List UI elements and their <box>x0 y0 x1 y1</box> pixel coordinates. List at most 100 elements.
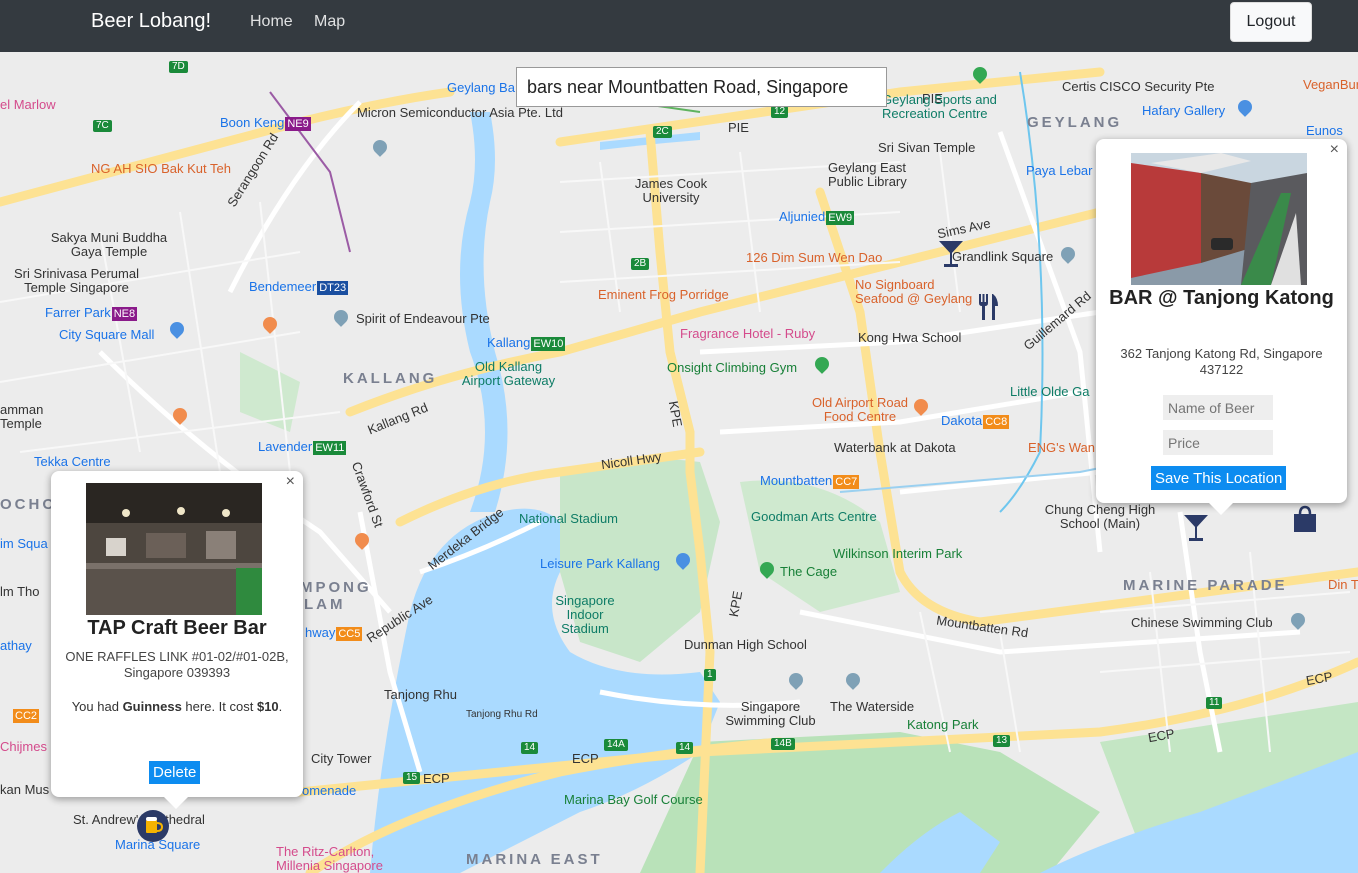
place-label: Din T <box>1328 577 1358 592</box>
expressway-shield: 14 <box>676 742 694 754</box>
place-label: Farrer Park NE8 <box>45 305 138 321</box>
expressway-shield: 12 <box>771 106 789 118</box>
road-label: ECP <box>423 771 450 786</box>
expressway-shield: 1 <box>704 669 716 681</box>
place-label: Hafary Gallery <box>1142 103 1226 118</box>
place-label: Eminent Frog Porridge <box>598 287 729 302</box>
place-label: Little Olde Ga <box>1010 384 1090 399</box>
restaurant-icon[interactable] <box>976 292 1000 322</box>
place-label: The Ritz-Carlton, Millenia Singapore <box>276 844 383 873</box>
place-label: Chinese Swimming Club <box>1131 615 1273 630</box>
place-label: Tanjong Rhu <box>384 687 457 702</box>
price-input[interactable] <box>1163 430 1273 455</box>
bar-photo <box>86 483 262 615</box>
place-label: omenade <box>302 783 357 798</box>
place-label: Paya Lebar <box>1026 163 1093 178</box>
new-bar-infowindow: × BAR @ Tanjong Katong 362 Tanjong Katon… <box>1096 139 1347 515</box>
place-label: City Tower <box>311 751 372 766</box>
nav-home-link[interactable]: Home <box>250 13 293 31</box>
place-label: Geylang Sports and Recreation Centre <box>882 92 997 121</box>
place-label: VeganBurg S <box>1303 77 1358 92</box>
place-label: Bendemeer DT23 <box>249 279 349 295</box>
place-label: The Waterside <box>830 699 915 714</box>
place-label: James Cook University <box>634 176 708 205</box>
district-label: GEYLANG <box>1027 114 1123 131</box>
places-search-input[interactable] <box>516 67 887 107</box>
cocktail-glass-icon[interactable] <box>1182 513 1210 543</box>
cocktail-glass-icon[interactable] <box>937 239 965 269</box>
place-label: kan Mus <box>0 782 50 797</box>
infowindow-tail <box>164 797 188 809</box>
place-label: Sakya Muni Buddha Gaya Temple <box>50 230 168 259</box>
expressway-shield: 14A <box>604 739 628 751</box>
place-label: Sri Sivan Temple <box>878 140 976 155</box>
place-label: Certis CISCO Security Pte <box>1062 79 1215 94</box>
close-icon[interactable]: × <box>286 473 295 491</box>
district-label: MARINE PARADE <box>1123 577 1288 594</box>
district-label: KALLANG <box>343 370 438 387</box>
place-label: The Cage <box>780 564 838 579</box>
place-label: Leisure Park Kallang <box>540 556 660 571</box>
district-label: MPONG <box>300 579 372 596</box>
road-label: ECP <box>572 751 599 766</box>
place-label: No Signboard Seafood @ Geylang <box>855 277 973 306</box>
place-label: Lavender EW11 <box>258 439 347 455</box>
beer-history-text: You had Guinness here. It cost $10. <box>71 699 283 714</box>
beer-mug-icon[interactable] <box>136 809 170 843</box>
logout-button[interactable]: Logout <box>1230 2 1312 42</box>
place-label: ENG's Wan <box>1028 440 1096 455</box>
save-location-button[interactable]: Save This Location <box>1151 466 1287 490</box>
place-label: Aljunied EW9 <box>779 209 855 225</box>
bar-name: BAR @ Tanjong Katong <box>1109 287 1334 309</box>
district-label: MARINA EAST <box>466 851 603 868</box>
expressway-shield: 11 <box>1206 697 1223 709</box>
place-label: Fragrance Hotel - Ruby <box>680 326 816 341</box>
infowindow-tail <box>1209 503 1233 515</box>
place-label: Micron Semiconductor Asia Pte. Ltd <box>357 105 563 120</box>
place-label: Old Airport Road Food Centre <box>811 395 909 424</box>
expressway-shield: 7C <box>93 120 112 132</box>
expressway-shield: 14 <box>521 742 539 754</box>
expressway-shield: 2B <box>631 258 650 270</box>
place-label: City Square Mall <box>59 327 155 342</box>
place-label: Chung Cheng High School (Main) <box>1044 502 1156 531</box>
beer-name-input[interactable] <box>1163 395 1273 420</box>
place-label: Kallang EW10 <box>487 335 566 351</box>
place-label: Onsight Climbing Gym <box>667 360 798 375</box>
place-label: National Stadium <box>519 511 618 526</box>
place-label: Wilkinson Interim Park <box>833 546 963 561</box>
delete-button[interactable]: Delete <box>149 761 201 784</box>
road-label: Tanjong Rhu Rd <box>466 709 538 720</box>
nav-map-link[interactable]: Map <box>314 13 345 31</box>
place-label: Katong Park <box>907 717 979 732</box>
place-label: CC2 <box>13 709 40 723</box>
place-label: Singapore Swimming Club <box>725 699 816 728</box>
beer-price: $10 <box>256 699 279 714</box>
bar-address: ONE RAFFLES LINK #01-02/#01-02B, Singapo… <box>65 649 289 680</box>
place-label: Waterbank at Dakota <box>834 440 956 455</box>
place-label: Eunos <box>1306 123 1343 138</box>
place-label: NG AH SIO Bak Kut Teh <box>91 161 231 176</box>
expressway-shield: 15 <box>403 772 421 784</box>
bar-address: 362 Tanjong Katong Rd, Singapore 437122 <box>1120 346 1323 377</box>
expressway-shield: 7D <box>169 61 188 73</box>
place-label: Dunman High School <box>684 637 807 652</box>
place-label: Tekka Centre <box>34 454 111 469</box>
place-label: Sri Srinivasa Perumal Temple Singapore <box>14 266 139 295</box>
bar-photo <box>1131 153 1307 285</box>
close-icon[interactable]: × <box>1330 141 1339 159</box>
expressway-shield: 13 <box>993 735 1011 747</box>
shopping-bag-icon[interactable] <box>1290 504 1320 534</box>
place-label: lm Tho <box>0 584 40 599</box>
place-label: Marina Bay Golf Course <box>564 792 703 807</box>
bar-name: TAP Craft Beer Bar <box>87 617 267 639</box>
expressway-shield: 2C <box>653 126 672 138</box>
place-label: Singapore Indoor Stadium <box>555 593 615 636</box>
brand-link[interactable]: Beer Lobang! <box>91 10 211 33</box>
beer-name: Guinness <box>122 699 182 714</box>
place-label: Kong Hwa School <box>858 330 962 345</box>
place-label: athay <box>0 638 32 653</box>
place-label: Old Kallang Airport Gateway <box>461 359 556 388</box>
place-label: Geylang Ba <box>447 80 515 95</box>
saved-bar-infowindow: × TAP Craft Beer Bar ONE RAFFLES LINK #0… <box>51 471 303 809</box>
